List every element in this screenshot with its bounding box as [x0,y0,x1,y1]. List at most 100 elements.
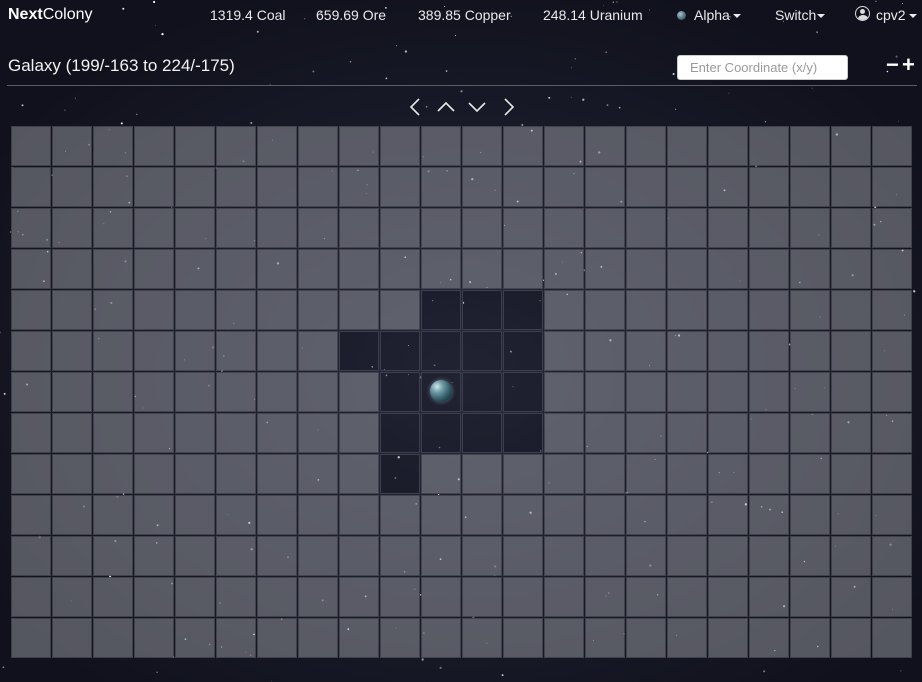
unexplored-cell[interactable] [708,372,748,412]
unexplored-cell[interactable] [831,372,871,412]
unexplored-cell[interactable] [134,126,174,166]
unexplored-cell[interactable] [52,372,92,412]
unexplored-cell[interactable] [257,331,297,371]
unexplored-cell[interactable] [216,126,256,166]
unexplored-cell[interactable] [216,167,256,207]
unexplored-cell[interactable] [872,536,912,576]
unexplored-cell[interactable] [585,331,625,371]
unexplored-cell[interactable] [298,331,338,371]
explored-cell[interactable] [462,290,502,330]
unexplored-cell[interactable] [790,454,830,494]
unexplored-cell[interactable] [790,618,830,658]
unexplored-cell[interactable] [790,413,830,453]
unexplored-cell[interactable] [544,536,584,576]
unexplored-cell[interactable] [257,249,297,289]
unexplored-cell[interactable] [339,167,379,207]
unexplored-cell[interactable] [708,208,748,248]
unexplored-cell[interactable] [831,454,871,494]
unexplored-cell[interactable] [380,536,420,576]
unexplored-cell[interactable] [503,454,543,494]
unexplored-cell[interactable] [585,126,625,166]
explored-cell[interactable] [421,372,461,412]
unexplored-cell[interactable] [257,495,297,535]
explored-cell[interactable] [503,372,543,412]
unexplored-cell[interactable] [462,577,502,617]
arrow-up-icon[interactable] [436,97,456,117]
unexplored-cell[interactable] [339,413,379,453]
unexplored-cell[interactable] [872,126,912,166]
unexplored-cell[interactable] [298,208,338,248]
unexplored-cell[interactable] [257,454,297,494]
unexplored-cell[interactable] [216,618,256,658]
unexplored-cell[interactable] [216,331,256,371]
unexplored-cell[interactable] [708,167,748,207]
unexplored-cell[interactable] [749,536,789,576]
unexplored-cell[interactable] [749,167,789,207]
unexplored-cell[interactable] [503,495,543,535]
unexplored-cell[interactable] [11,208,51,248]
unexplored-cell[interactable] [708,454,748,494]
explored-cell[interactable] [462,331,502,371]
unexplored-cell[interactable] [380,495,420,535]
unexplored-cell[interactable] [93,126,133,166]
unexplored-cell[interactable] [585,372,625,412]
unexplored-cell[interactable] [11,413,51,453]
unexplored-cell[interactable] [626,372,666,412]
unexplored-cell[interactable] [257,372,297,412]
planet-selector-dropdown[interactable]: Alpha [677,7,741,23]
unexplored-cell[interactable] [339,372,379,412]
unexplored-cell[interactable] [257,618,297,658]
unexplored-cell[interactable] [298,249,338,289]
unexplored-cell[interactable] [52,536,92,576]
coordinate-input[interactable] [677,55,848,80]
unexplored-cell[interactable] [298,413,338,453]
unexplored-cell[interactable] [175,413,215,453]
explored-cell[interactable] [503,290,543,330]
unexplored-cell[interactable] [175,577,215,617]
unexplored-cell[interactable] [831,495,871,535]
unexplored-cell[interactable] [544,249,584,289]
unexplored-cell[interactable] [380,290,420,330]
unexplored-cell[interactable] [380,208,420,248]
unexplored-cell[interactable] [52,249,92,289]
unexplored-cell[interactable] [93,495,133,535]
unexplored-cell[interactable] [790,372,830,412]
explored-cell[interactable] [380,413,420,453]
unexplored-cell[interactable] [831,618,871,658]
unexplored-cell[interactable] [872,372,912,412]
unexplored-cell[interactable] [872,495,912,535]
unexplored-cell[interactable] [421,536,461,576]
unexplored-cell[interactable] [585,454,625,494]
unexplored-cell[interactable] [544,167,584,207]
unexplored-cell[interactable] [216,372,256,412]
unexplored-cell[interactable] [380,618,420,658]
unexplored-cell[interactable] [544,372,584,412]
unexplored-cell[interactable] [667,413,707,453]
unexplored-cell[interactable] [667,536,707,576]
unexplored-cell[interactable] [134,577,174,617]
unexplored-cell[interactable] [339,618,379,658]
unexplored-cell[interactable] [93,372,133,412]
unexplored-cell[interactable] [339,249,379,289]
unexplored-cell[interactable] [257,413,297,453]
unexplored-cell[interactable] [790,331,830,371]
unexplored-cell[interactable] [749,126,789,166]
unexplored-cell[interactable] [749,495,789,535]
unexplored-cell[interactable] [872,454,912,494]
unexplored-cell[interactable] [790,536,830,576]
unexplored-cell[interactable] [503,249,543,289]
unexplored-cell[interactable] [339,208,379,248]
unexplored-cell[interactable] [298,372,338,412]
unexplored-cell[interactable] [544,126,584,166]
unexplored-cell[interactable] [257,577,297,617]
explored-cell[interactable] [503,331,543,371]
unexplored-cell[interactable] [52,454,92,494]
unexplored-cell[interactable] [626,331,666,371]
unexplored-cell[interactable] [708,495,748,535]
unexplored-cell[interactable] [380,577,420,617]
unexplored-cell[interactable] [52,618,92,658]
unexplored-cell[interactable] [298,126,338,166]
unexplored-cell[interactable] [544,618,584,658]
unexplored-cell[interactable] [11,126,51,166]
unexplored-cell[interactable] [831,536,871,576]
